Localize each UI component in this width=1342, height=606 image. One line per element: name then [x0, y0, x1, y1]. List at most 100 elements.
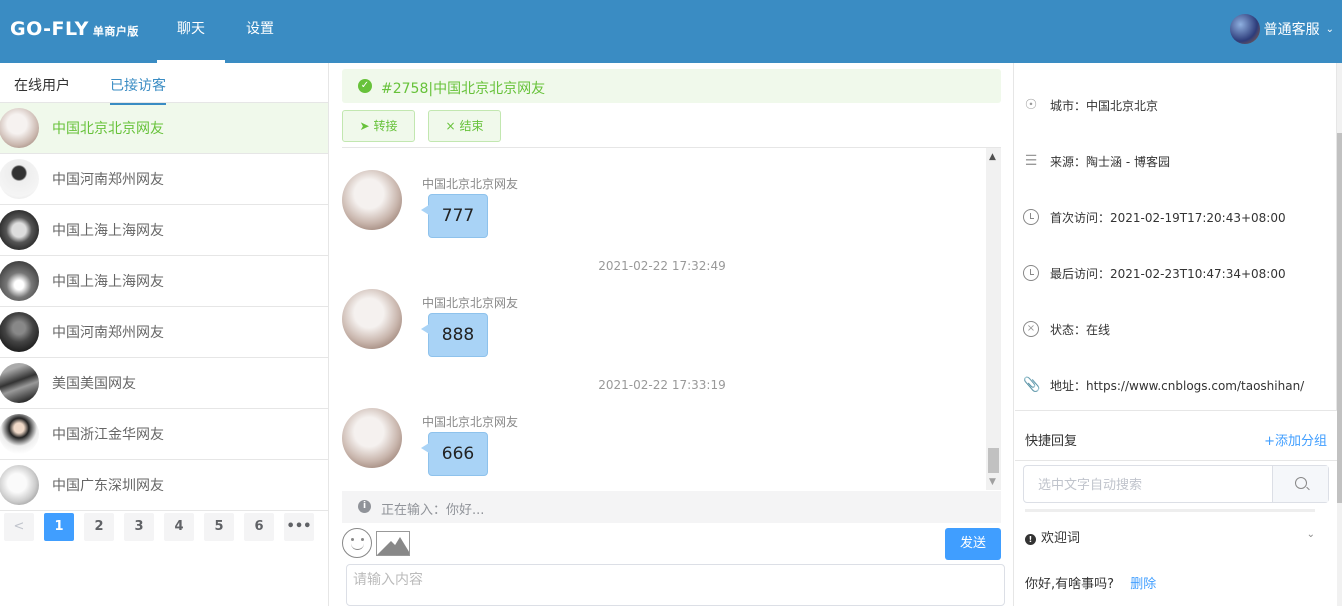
- quick-reply-header: 快捷回复 +添加分组: [1025, 430, 1327, 449]
- visitor-name: 中国河南郑州网友: [52, 325, 164, 341]
- visitor-avatar: [0, 414, 39, 454]
- visitor-item[interactable]: 中国北京北京网友: [0, 103, 328, 154]
- check-circle-icon: ✓: [358, 79, 372, 93]
- location-pin-icon: ☉: [1024, 97, 1038, 113]
- conversation-title: ✓ #2758|中国北京北京网友: [342, 69, 1001, 103]
- pagination: < 1 2 3 4 5 6 •••: [0, 510, 329, 544]
- reply-text[interactable]: 你好,有啥事吗?: [1025, 577, 1114, 592]
- message-item: 中国北京北京网友 777: [342, 170, 982, 240]
- reply-search: [1023, 465, 1329, 503]
- delete-reply-link[interactable]: 删除: [1130, 577, 1156, 592]
- brand-logo: GO-FLY 单商户版: [10, 18, 139, 40]
- visitor-details: ☉ 城市：中国北京北京 ☰ 来源：陶士涵 - 博客园 首次访问：2021-02-…: [1015, 63, 1337, 411]
- transfer-button[interactable]: ➤ 转接: [342, 110, 415, 142]
- info-source-text: 来源：陶士涵 - 博客园: [1050, 154, 1170, 169]
- chat-panel: ✓ #2758|中国北京北京网友 ➤ 转接 × 结束 中国北京北京网友 777 …: [330, 63, 1012, 606]
- close-icon: ×: [445, 119, 456, 133]
- agent-name: 普通客服: [1263, 22, 1320, 38]
- transfer-label: 转接: [373, 119, 398, 133]
- visitor-name: 中国河南郑州网友: [52, 172, 164, 188]
- message-bubble: 888: [421, 313, 488, 357]
- visitor-panel: 在线用户 已接访客 中国北京北京网友 中国河南郑州网友 中国上海上海网友 中国上…: [0, 63, 329, 606]
- signpost-icon: ☰: [1024, 153, 1038, 169]
- nav-settings[interactable]: 设置: [234, 0, 286, 63]
- nav-chat[interactable]: 聊天: [157, 0, 225, 63]
- visitor-name: 中国浙江金华网友: [52, 427, 164, 443]
- visitor-item[interactable]: 中国上海上海网友: [0, 256, 328, 307]
- quick-reply-title: 快捷回复: [1025, 434, 1078, 449]
- message-item: 中国北京北京网友 888: [342, 289, 982, 359]
- more-pages-button[interactable]: •••: [284, 513, 314, 541]
- message-avatar: [342, 408, 402, 468]
- chevron-down-icon: ⌄: [1325, 23, 1334, 35]
- page-button[interactable]: 2: [84, 513, 114, 541]
- message-sender: 中国北京北京网友: [422, 415, 519, 429]
- prev-page-button[interactable]: <: [4, 513, 34, 541]
- scroll-thumb[interactable]: [1337, 133, 1342, 503]
- tab-online-users[interactable]: 在线用户: [14, 75, 70, 95]
- add-group-button[interactable]: +添加分组: [1264, 430, 1327, 449]
- info-source: ☰ 来源：陶士涵 - 博客园: [1023, 151, 1170, 171]
- conversation-title-text: #2758|中国北京北京网友: [381, 81, 546, 97]
- visitor-name: 中国上海上海网友: [52, 223, 164, 239]
- message-input[interactable]: [346, 564, 1005, 606]
- reply-search-input[interactable]: [1024, 466, 1272, 502]
- send-button[interactable]: 发送: [945, 528, 1001, 560]
- search-icon[interactable]: [1272, 466, 1328, 502]
- message-item: 中国北京北京网友 666: [342, 408, 982, 478]
- message-list[interactable]: 中国北京北京网友 777 2021-02-22 17:32:49 中国北京北京网…: [342, 147, 1001, 490]
- visitor-item[interactable]: 中国河南郑州网友: [0, 154, 328, 205]
- message-time: 2021-02-22 17:33:19: [598, 378, 726, 392]
- chevron-down-icon[interactable]: ⌄: [1307, 529, 1315, 540]
- end-chat-button[interactable]: × 结束: [428, 110, 501, 142]
- scroll-thumb[interactable]: [988, 448, 999, 473]
- page-button[interactable]: 6: [244, 513, 274, 541]
- scroll-up-icon[interactable]: ▲: [989, 152, 996, 162]
- message-sender: 中国北京北京网友: [422, 296, 519, 310]
- visitor-avatar: [0, 312, 39, 352]
- info-icon: !: [1025, 534, 1036, 545]
- info-status-text: 状态：在线: [1050, 322, 1111, 337]
- visitor-item[interactable]: 中国广东深圳网友: [0, 460, 328, 511]
- message-time: 2021-02-22 17:32:49: [598, 259, 726, 273]
- visitor-item[interactable]: 中国浙江金华网友: [0, 409, 328, 460]
- visitor-info-panel: ☉ 城市：中国北京北京 ☰ 来源：陶士涵 - 博客园 首次访问：2021-02-…: [1013, 63, 1342, 606]
- message-scrollbar[interactable]: ▲ ▼: [986, 148, 1001, 490]
- typing-indicator: i 正在输入：你好...: [342, 491, 1001, 523]
- typing-text: 正在输入：你好...: [381, 503, 485, 518]
- page-button[interactable]: 3: [124, 513, 154, 541]
- reply-item: 你好,有啥事吗? 删除: [1025, 573, 1156, 592]
- reply-group-welcome[interactable]: ! 欢迎词 ⌄: [1025, 527, 1315, 547]
- send-arrow-icon: ➤: [359, 119, 370, 133]
- info-status: × 状态：在线: [1023, 319, 1110, 339]
- page-button[interactable]: 5: [204, 513, 234, 541]
- message-bubble: 777: [421, 194, 488, 238]
- visitor-item[interactable]: 中国河南郑州网友: [0, 307, 328, 358]
- visitor-avatar: [0, 261, 39, 301]
- right-scrollbar[interactable]: [1337, 63, 1342, 606]
- info-first-visit: 首次访问：2021-02-19T17:20:43+08:00: [1023, 207, 1286, 227]
- visitor-name: 美国美国网友: [52, 376, 136, 392]
- emoji-icon[interactable]: [342, 528, 372, 558]
- page-button[interactable]: 1: [44, 513, 74, 541]
- message-bubble: 666: [421, 432, 488, 476]
- visitor-name: 中国北京北京网友: [52, 121, 164, 137]
- info-last-visit: 最后访问：2021-02-23T10:47:34+08:00: [1023, 263, 1286, 283]
- info-icon: i: [358, 500, 371, 513]
- user-menu[interactable]: 普通客服 ⌄: [1229, 14, 1334, 44]
- visitor-item[interactable]: 中国上海上海网友: [0, 205, 328, 256]
- image-upload-icon[interactable]: [376, 531, 410, 556]
- end-label: 结束: [459, 119, 484, 133]
- quick-reply-panel: 快捷回复 +添加分组 ! 欢迎词 ⌄ 你好,有啥事吗? 删除: [1015, 418, 1337, 606]
- page-button[interactable]: 4: [164, 513, 194, 541]
- top-header: GO-FLY 单商户版 聊天 设置 普通客服 ⌄: [0, 0, 1342, 63]
- visitor-item[interactable]: 美国美国网友: [0, 358, 328, 409]
- circle-close-icon: ×: [1023, 321, 1039, 337]
- tab-received-visitors[interactable]: 已接访客: [110, 75, 166, 105]
- visitor-tabs: 在线用户 已接访客: [0, 63, 328, 105]
- message-avatar: [342, 170, 402, 230]
- scroll-down-icon[interactable]: ▼: [989, 477, 996, 487]
- reply-group-name: 欢迎词: [1041, 531, 1081, 546]
- divider: [1025, 509, 1315, 512]
- info-last-visit-text: 最后访问：2021-02-23T10:47:34+08:00: [1050, 266, 1286, 281]
